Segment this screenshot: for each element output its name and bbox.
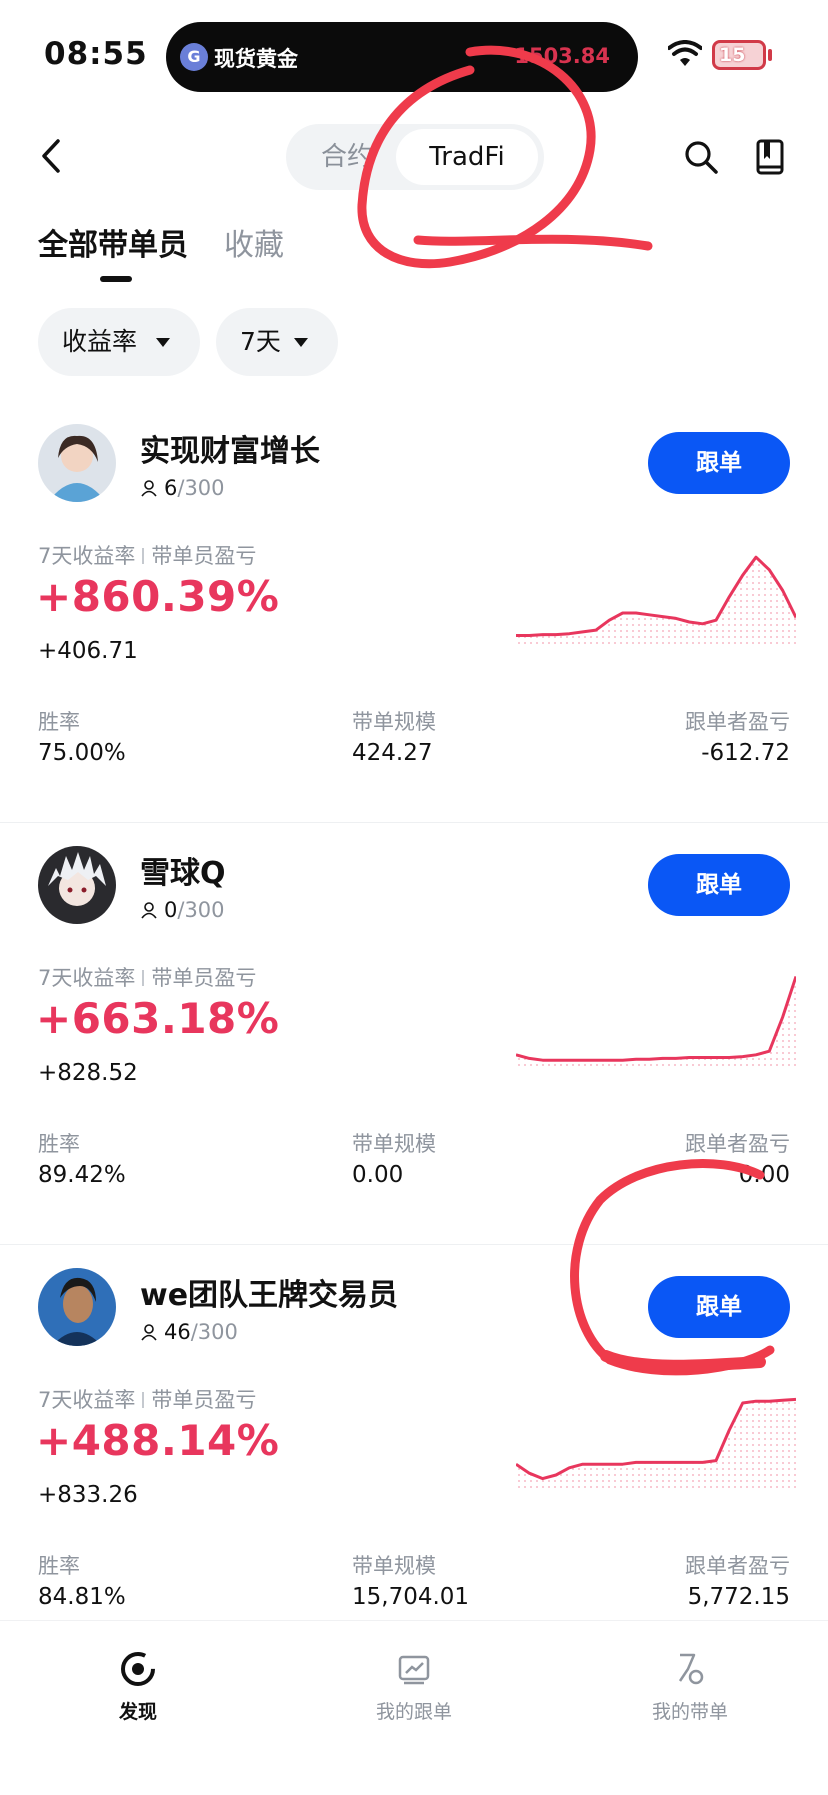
battery-icon: 15 [712,40,766,70]
aum-label: 带单规模 [352,1554,436,1578]
follower-current: 6 [164,476,178,500]
roi-value: +488.14% [36,1416,280,1465]
roi-sparkline [516,976,796,1070]
wifi-icon [668,40,702,66]
nav-my-lead-trades-label: 我的带单 [651,1701,728,1723]
follower-max: /300 [177,898,225,922]
follower-pnl-value: 0.00 [738,1162,790,1188]
trader-card[interactable]: 实现财富增长 6/300 跟单 7天收益率 带单员盈亏 +860.39% +406… [0,424,828,846]
roi-value: +860.39% [36,572,280,621]
follower-current: 46 [164,1320,191,1344]
card-divider [0,1244,828,1245]
sort-filter-label: 收益率 [62,327,138,356]
roi-label-period: 7天收益率 [38,1388,136,1412]
nav-discover-label: 发现 [118,1701,157,1723]
guide-book-icon[interactable] [756,139,784,175]
status-time: 08:55 [44,36,148,72]
gold-spot-icon: G [180,43,208,71]
trader-name: we团队王牌交易员 [140,1278,399,1313]
win-rate-value: 89.42% [38,1162,126,1188]
copy-trade-button[interactable]: 跟单 [648,854,790,916]
caret-down-icon [294,338,308,347]
live-activity[interactable]: G 现货黄金 1503.84 [166,22,638,92]
follower-pnl-value: -612.72 [701,740,790,766]
aum-value: 424.27 [352,740,433,766]
person-icon [141,1324,157,1341]
aum-value: 15,704.01 [352,1584,470,1610]
battery-tip [768,49,772,61]
roi-label: 7天收益率 带单员盈亏 [38,540,256,570]
trader-card[interactable]: 雪球Q 0/300 跟单 7天收益率 带单员盈亏 +663.18% +828.52… [0,846,828,1268]
follower-count: 0/300 [140,898,225,922]
aum-value: 0.00 [352,1162,404,1188]
period-filter[interactable]: 7天 [216,308,338,376]
copy-trade-button[interactable]: 跟单 [648,1276,790,1338]
person-icon [141,480,157,497]
segment-tradfi[interactable]: TradFi [396,129,538,185]
live-activity-price: 1503.84 [514,44,610,68]
roi-label-pnl: 带单员盈亏 [151,1388,257,1412]
pnl-value: +833.26 [38,1482,138,1508]
tab-favorites[interactable]: 收藏 [224,220,284,264]
card-divider [0,822,828,823]
nav-my-copy-trades[interactable]: 我的跟单 [314,1621,514,1741]
sort-filter[interactable]: 收益率 [38,308,200,376]
aum-label: 带单规模 [352,710,436,734]
roi-label: 7天收益率 带单员盈亏 [38,1384,256,1414]
back-icon[interactable] [36,136,66,176]
roi-label-pnl: 带单员盈亏 [151,966,257,990]
caret-down-icon [156,338,170,347]
segment-contracts[interactable]: 合约 [292,124,402,190]
copy-trade-button[interactable]: 跟单 [648,432,790,494]
tab-indicator [100,276,132,282]
win-rate-value: 84.81% [38,1584,126,1610]
aum-label: 带单规模 [352,1132,436,1156]
roi-label-pnl: 带单员盈亏 [151,544,257,568]
sparkline-line [516,976,796,1062]
live-activity-title: 现货黄金 [214,47,298,71]
roi-label-period: 7天收益率 [38,966,136,990]
nav-my-lead-trades[interactable]: 我的带单 [590,1621,790,1741]
follower-pnl-value: 5,772.15 [687,1584,790,1610]
avatar [38,846,116,924]
roi-label-period: 7天收益率 [38,544,136,568]
trader-name: 雪球Q [140,856,226,891]
tab-all-leaders[interactable]: 全部带单员 [38,220,188,264]
lead-trades-icon [678,1653,704,1685]
follower-count: 46/300 [140,1320,238,1344]
battery-level: 15 [719,44,746,66]
follower-pnl-label: 跟单者盈亏 [685,1554,790,1578]
search-icon[interactable] [684,140,718,174]
nav-my-copy-trades-label: 我的跟单 [375,1701,452,1723]
win-rate-value: 75.00% [38,740,126,766]
follower-count: 6/300 [140,476,225,500]
roi-sparkline [516,1397,796,1492]
win-rate-label: 胜率 [38,1132,80,1156]
win-rate-label: 胜率 [38,1554,80,1578]
market-segment-control: 合约 TradFi [286,124,544,190]
avatar [38,424,116,502]
follower-pnl-label: 跟单者盈亏 [685,1132,790,1156]
annotation-stroke-tradfi [413,234,653,251]
roi-label: 7天收益率 带单员盈亏 [38,962,256,992]
follower-max: /300 [190,1320,238,1344]
discover-icon [121,1652,155,1686]
sparkline-area [516,1399,796,1492]
follower-max: /300 [177,476,225,500]
trader-name: 实现财富增长 [140,434,320,469]
person-icon [141,902,157,919]
follower-current: 0 [164,898,178,922]
avatar [38,1268,116,1346]
period-filter-label: 7天 [240,327,281,356]
roi-sparkline [516,555,796,648]
status-bar: 08:55 G 现货黄金 1503.84 15 [0,0,828,110]
roi-value: +663.18% [36,994,280,1043]
bottom-nav: 发现 我的跟单 我的带单 [0,1620,828,1795]
pnl-value: +828.52 [38,1060,138,1086]
copy-trades-icon [398,1655,430,1685]
nav-discover[interactable]: 发现 [38,1621,238,1741]
pnl-value: +406.71 [38,638,138,664]
win-rate-label: 胜率 [38,710,80,734]
follower-pnl-label: 跟单者盈亏 [685,710,790,734]
